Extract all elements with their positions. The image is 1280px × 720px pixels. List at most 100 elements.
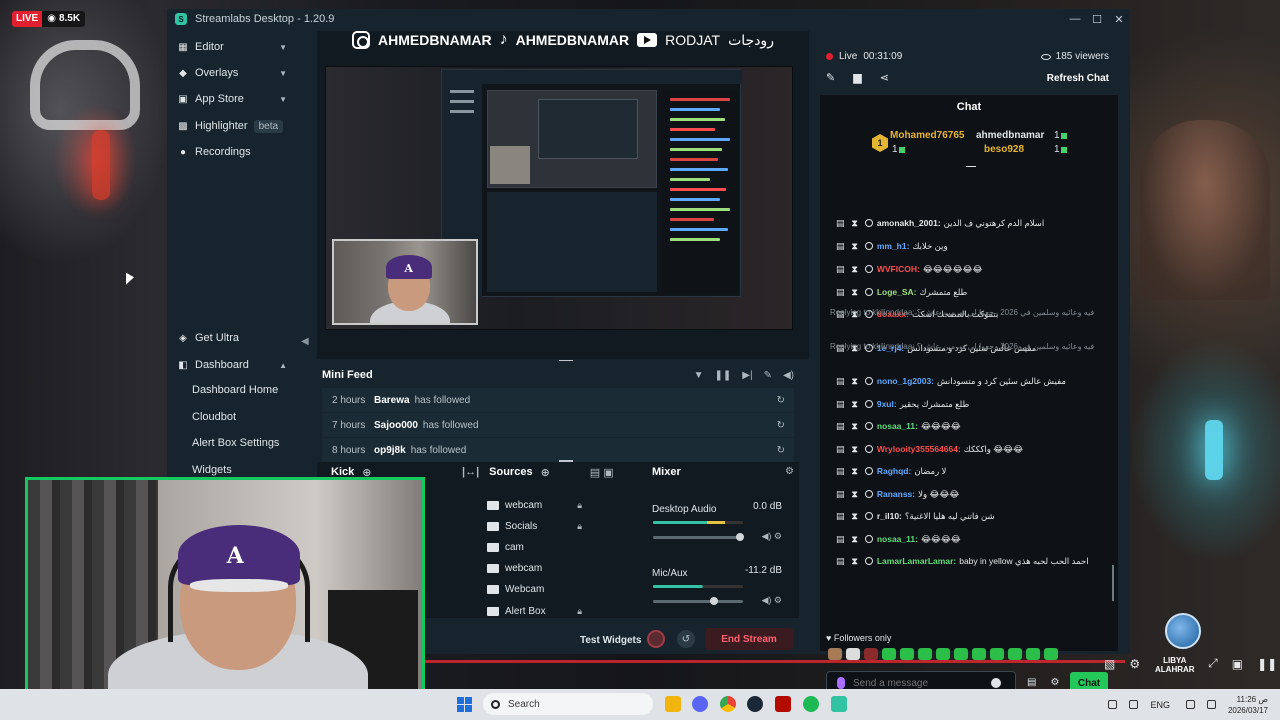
- delete-message-icon[interactable]: ▤: [836, 466, 845, 477]
- source-tools-icon[interactable]: ▤ ▣: [590, 466, 614, 479]
- chat-username[interactable]: 9xul:: [877, 399, 897, 409]
- ban-icon[interactable]: [864, 400, 873, 408]
- delete-message-icon[interactable]: ▤: [836, 421, 845, 432]
- ban-icon[interactable]: [864, 512, 873, 520]
- volume-slider-knob[interactable]: [736, 533, 744, 541]
- sidebar-item-overlays[interactable]: ◆ Overlays ▼: [167, 61, 299, 85]
- emote-icon[interactable]: [1026, 648, 1040, 660]
- chat-drag-handle[interactable]: [966, 166, 976, 167]
- wifi-icon[interactable]: [1185, 700, 1195, 709]
- discord-icon[interactable]: [692, 696, 708, 712]
- mixer-settings-icon[interactable]: ⚙: [785, 466, 794, 477]
- delete-message-icon[interactable]: ▤: [836, 556, 845, 567]
- minimize-button[interactable]: —: [1064, 9, 1086, 29]
- volume-slider-knob[interactable]: [710, 597, 718, 605]
- volume-icon[interactable]: ◀): [783, 370, 794, 381]
- sidebar-item-editor[interactable]: ▦ Editor ▼: [167, 35, 299, 59]
- chat-settings-icon[interactable]: ⚙: [1050, 677, 1059, 688]
- sidebar-item-app-store[interactable]: ▣ App Store ▼: [167, 87, 299, 111]
- add-source-icon[interactable]: ⊕: [541, 466, 550, 479]
- ban-icon[interactable]: [864, 445, 873, 453]
- replay-alert-icon[interactable]: ↻: [777, 395, 785, 406]
- timeout-icon[interactable]: ⧗: [852, 556, 858, 567]
- mic-icon[interactable]: [1129, 700, 1139, 709]
- share-icon[interactable]: ⋖: [880, 71, 889, 84]
- settings-icon[interactable]: ⚙: [1129, 657, 1140, 671]
- delete-message-icon[interactable]: ▤: [836, 511, 845, 522]
- stream-info-icon[interactable]: ▆: [853, 71, 861, 84]
- chat-username[interactable]: Loge_SA:: [877, 287, 917, 297]
- source-item[interactable]: Webcam: [487, 579, 627, 599]
- timeout-icon[interactable]: ⧗: [852, 489, 858, 500]
- chevron-up-icon[interactable]: [1108, 700, 1118, 709]
- chat-username[interactable]: Wrylooity355564664:: [877, 444, 961, 454]
- emote-icon[interactable]: [1044, 648, 1058, 660]
- source-item[interactable]: webcam: [487, 558, 627, 578]
- store-icon[interactable]: ▤: [1027, 677, 1036, 688]
- chat-username[interactable]: LamarLamarLamar:: [877, 556, 956, 566]
- volume-slider[interactable]: [653, 597, 743, 605]
- delete-message-icon[interactable]: ▤: [836, 534, 845, 545]
- collapse-sidebar-icon[interactable]: ◀: [301, 336, 309, 347]
- ban-icon[interactable]: [864, 535, 873, 543]
- lock-icon[interactable]: 🔒︎: [577, 521, 582, 532]
- close-button[interactable]: ✕: [1108, 9, 1130, 29]
- ban-icon[interactable]: [864, 422, 873, 430]
- delete-message-icon[interactable]: ▤: [836, 489, 845, 500]
- chat-username[interactable]: Rananss:: [877, 489, 915, 499]
- chat-message-input[interactable]: [853, 677, 983, 689]
- pip-icon[interactable]: ▣: [1232, 657, 1243, 671]
- emote-icon[interactable]: [828, 648, 842, 660]
- delete-message-icon[interactable]: ▤: [836, 241, 845, 252]
- timeout-icon[interactable]: ⧗: [852, 218, 858, 229]
- delete-message-icon[interactable]: ▤: [836, 287, 845, 298]
- fullscreen-icon[interactable]: ⤢: [1208, 656, 1218, 671]
- chat-username[interactable]: Raghqd:: [877, 466, 911, 476]
- volume-slider[interactable]: [653, 533, 744, 541]
- emoji-picker-icon[interactable]: [991, 678, 1001, 688]
- emote-icon[interactable]: [882, 648, 896, 660]
- chat-username[interactable]: nono_1g2003:: [877, 376, 934, 386]
- speaker-icon[interactable]: [1206, 700, 1216, 709]
- emote-icon[interactable]: [846, 648, 860, 660]
- skip-icon[interactable]: ▶|: [742, 370, 752, 381]
- delete-message-icon[interactable]: ▤: [836, 218, 845, 229]
- filter-icon[interactable]: ▼: [694, 370, 704, 381]
- mute-and-settings-icons[interactable]: ◀) ⚙: [762, 531, 783, 542]
- chat-username[interactable]: amonakh_2001:: [877, 218, 941, 228]
- chat-toggle-icon[interactable]: ▧: [1104, 657, 1115, 671]
- timeout-icon[interactable]: ⧗: [852, 376, 858, 387]
- maximize-button[interactable]: ☐: [1086, 9, 1108, 29]
- emote-icon[interactable]: [1008, 648, 1022, 660]
- replay-buffer-button[interactable]: ↺: [677, 630, 695, 648]
- emote-icon[interactable]: [900, 648, 914, 660]
- delete-message-icon[interactable]: ▤: [836, 264, 845, 275]
- emote-icon[interactable]: [972, 648, 986, 660]
- ban-icon[interactable]: [864, 557, 873, 565]
- replay-alert-icon[interactable]: ↻: [777, 420, 785, 431]
- sidebar-item-dashboard[interactable]: ◧ Dashboard ▲: [167, 353, 299, 377]
- stream-preview[interactable]: A: [325, 66, 793, 330]
- emote-icon[interactable]: [990, 648, 1004, 660]
- ban-icon[interactable]: [864, 490, 873, 498]
- taskbar-clock[interactable]: 11:26 ص 2026/03/17: [1228, 694, 1268, 716]
- language-indicator[interactable]: ENG: [1150, 700, 1170, 710]
- refresh-chat-button[interactable]: Refresh Chat: [1047, 73, 1109, 84]
- record-button[interactable]: [647, 630, 665, 648]
- ban-icon[interactable]: [864, 242, 873, 250]
- mute-alerts-icon[interactable]: ✎: [764, 370, 772, 381]
- chrome-icon[interactable]: [720, 696, 736, 712]
- steam-icon[interactable]: [747, 696, 763, 712]
- timeout-icon[interactable]: ⧗: [852, 421, 858, 432]
- lock-icon[interactable]: 🔒︎: [577, 500, 582, 511]
- ban-icon[interactable]: [864, 288, 873, 296]
- mute-and-settings-icons[interactable]: ◀) ⚙: [762, 595, 783, 606]
- delete-message-icon[interactable]: ▤: [836, 376, 845, 387]
- delete-message-icon[interactable]: ▤: [836, 399, 845, 410]
- test-widgets-button[interactable]: Test Widgets: [580, 635, 641, 646]
- source-item[interactable]: Alert Box 🔒︎: [487, 601, 627, 621]
- emote-icon[interactable]: [936, 648, 950, 660]
- chat-username[interactable]: WVFICOH:: [877, 264, 920, 274]
- source-item[interactable]: webcam 🔒︎: [487, 495, 627, 515]
- pause-icon[interactable]: ❚❚: [1257, 657, 1277, 671]
